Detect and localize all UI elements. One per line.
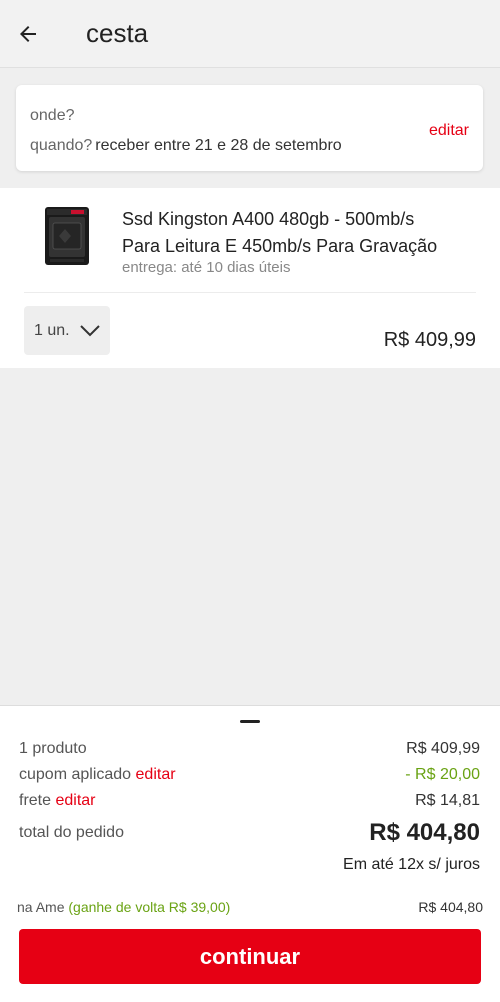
edit-shipping-link[interactable]: editar bbox=[55, 792, 95, 809]
products-subtotal: R$ 409,99 bbox=[406, 740, 480, 757]
ame-cashback: (ganhe de volta R$ 39,00) bbox=[68, 899, 231, 915]
edit-delivery-link[interactable]: editar bbox=[429, 122, 469, 140]
sheet-drag-handle[interactable] bbox=[240, 720, 260, 723]
page-title: cesta bbox=[86, 18, 149, 48]
ame-price: R$ 404,80 bbox=[418, 899, 483, 915]
products-count-label: 1 produto bbox=[19, 740, 87, 757]
quantity-select[interactable]: 1 un. bbox=[24, 306, 110, 355]
delivery-location-label: onde? bbox=[30, 107, 75, 124]
delivery-info-card: onde? quando? receber entre 21 e 28 de se… bbox=[16, 85, 483, 171]
delivery-date-row: quando? receber entre 21 e 28 de setembro bbox=[30, 137, 342, 155]
item-price: R$ 409,99 bbox=[383, 329, 476, 351]
order-total-value: R$ 404,80 bbox=[369, 819, 480, 846]
product-name-link[interactable]: Ssd Kingston A400 480gb - 500mb/s Para L… bbox=[122, 206, 452, 260]
cart-item: Ssd Kingston A400 480gb - 500mb/s Para L… bbox=[0, 188, 500, 368]
continue-button[interactable]: continuar bbox=[19, 929, 481, 984]
order-summary-sheet: 1 produto R$ 409,99 cupom aplicado edita… bbox=[0, 705, 500, 1002]
ame-payment-row: na Ame (ganhe de volta R$ 39,00) bbox=[17, 899, 230, 915]
product-delivery-estimate: entrega: até 10 dias úteis bbox=[122, 259, 291, 276]
edit-coupon-link[interactable]: editar bbox=[136, 766, 176, 783]
order-total-label: total do pedido bbox=[19, 824, 124, 841]
shipping-cost: R$ 14,81 bbox=[415, 792, 480, 809]
top-app-bar: cesta bbox=[0, 0, 500, 68]
divider bbox=[24, 292, 476, 293]
delivery-date-range: receber entre 21 e 28 de setembro bbox=[95, 137, 342, 154]
shipping-row: frete editar bbox=[19, 792, 96, 810]
coupon-row: cupom aplicado editar bbox=[19, 766, 176, 784]
ame-label: na Ame bbox=[17, 899, 65, 915]
back-button[interactable] bbox=[0, 0, 56, 68]
chevron-down-icon bbox=[79, 324, 100, 337]
coupon-label: cupom aplicado bbox=[19, 766, 132, 783]
arrow-left-icon bbox=[20, 25, 36, 42]
shipping-label: frete bbox=[19, 792, 52, 809]
quantity-value: 1 un. bbox=[34, 321, 70, 339]
coupon-discount: - R$ 20,00 bbox=[405, 766, 480, 783]
installments-info: Em até 12x s/ juros bbox=[343, 856, 480, 873]
ssd-product-image[interactable] bbox=[44, 206, 90, 266]
delivery-date-label: quando? bbox=[30, 137, 93, 154]
